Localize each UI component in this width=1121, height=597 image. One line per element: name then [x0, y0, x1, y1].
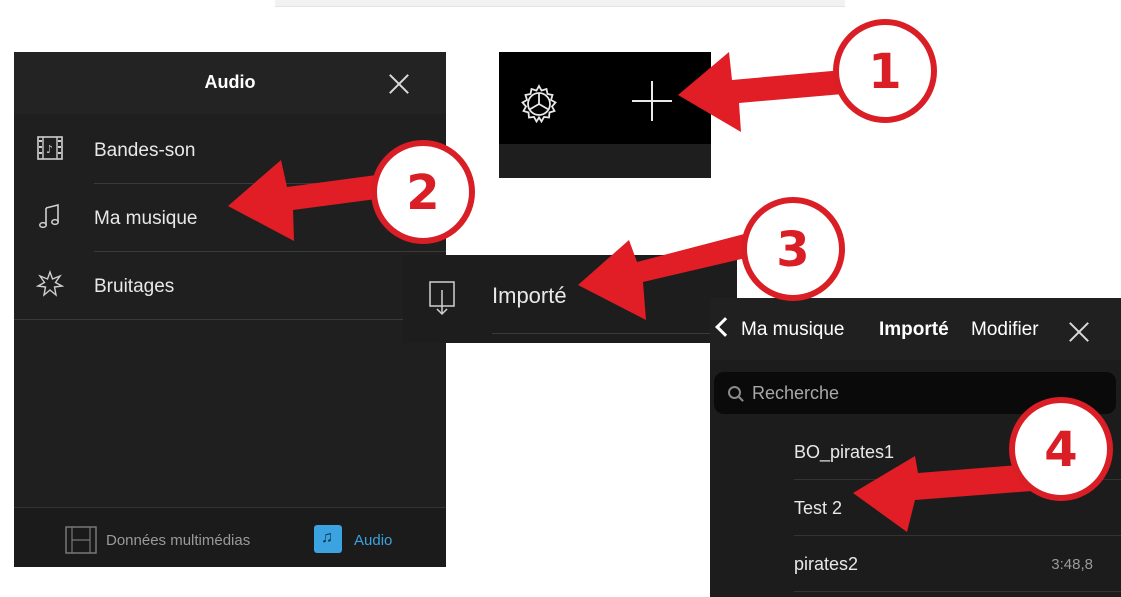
callout-3: 3	[741, 197, 845, 301]
search-icon	[728, 386, 741, 399]
music-note-icon	[39, 203, 59, 229]
search-placeholder: Recherche	[752, 383, 840, 403]
callout-number: 3	[776, 222, 810, 278]
divider	[492, 333, 737, 334]
chevron-left-icon[interactable]	[715, 317, 735, 337]
callout-number: 1	[868, 44, 902, 100]
divider	[14, 319, 446, 320]
toolbar-panel	[499, 52, 711, 178]
film-strip-icon[interactable]	[64, 525, 98, 555]
starburst-icon	[36, 270, 64, 297]
audio-tab-icon[interactable]	[314, 525, 342, 553]
list-item-title: Test 2	[794, 498, 843, 518]
top-bar-strip	[275, 0, 845, 7]
back-button[interactable]: Ma musique	[741, 319, 845, 341]
audio-footer-tabbar: Données multimédias Audio	[14, 507, 446, 567]
list-item-title: pirates2	[794, 554, 859, 574]
list-item-duration: 3:48,8	[1051, 556, 1093, 573]
audio-item-bruitages[interactable]: Bruitages	[14, 252, 446, 320]
audio-item-label: Ma musique	[94, 208, 198, 229]
importe-label: Importé	[492, 283, 567, 308]
tab-media-label[interactable]: Données multimédias	[106, 532, 250, 549]
svg-text:♪: ♪	[46, 143, 53, 156]
close-icon[interactable]	[388, 73, 410, 95]
callout-4: 4	[1009, 397, 1113, 501]
audio-title: Audio	[204, 72, 256, 92]
audio-header: Audio	[14, 52, 446, 114]
divider	[794, 591, 1121, 592]
callout-2: 2	[371, 140, 475, 244]
import-icon	[429, 281, 455, 316]
list-item[interactable]: pirates2 3:48,8	[710, 536, 1121, 592]
audio-item-label: Bruitages	[94, 276, 175, 297]
gear-icon[interactable]	[517, 82, 561, 126]
importe-panel[interactable]: Importé	[403, 255, 737, 343]
callout-1: 1	[833, 19, 937, 123]
toolbar-subbar	[499, 144, 711, 178]
close-icon[interactable]	[1068, 321, 1090, 343]
page-title: Importé	[879, 319, 949, 340]
list-header: Ma musique Importé Modifier	[710, 298, 1121, 360]
plus-icon[interactable]	[651, 81, 653, 121]
film-music-icon: ♪	[37, 136, 63, 160]
audio-item-label: Bandes-son	[94, 140, 196, 161]
audio-panel: Audio ♪ Bandes-son Ma musique Bruitages	[14, 52, 446, 567]
callout-number: 4	[1044, 422, 1078, 478]
list-item-title: BO_pirates1	[794, 442, 895, 462]
edit-button[interactable]: Modifier	[971, 319, 1039, 341]
callout-number: 2	[406, 165, 440, 221]
tab-audio-label[interactable]: Audio	[354, 532, 392, 549]
